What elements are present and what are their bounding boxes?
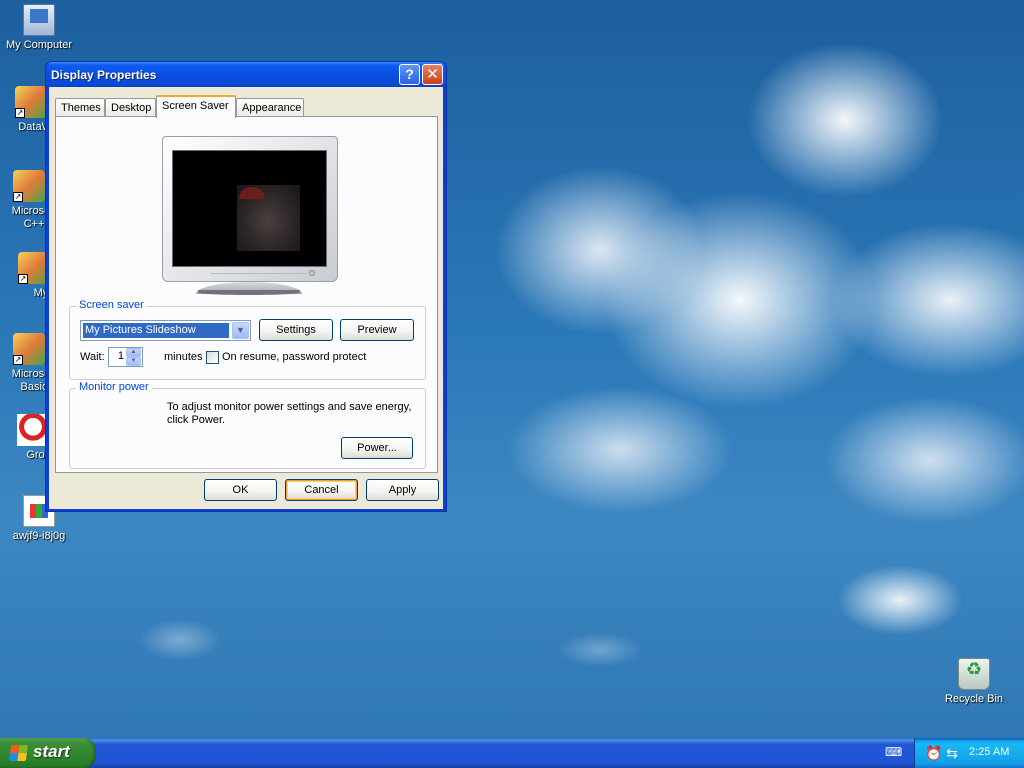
screen-saver-panel: Screen saver My Pictures Slideshow ▼ Set… — [55, 116, 438, 473]
ok-button[interactable]: OK — [204, 479, 277, 501]
tab-screen-saver[interactable]: Screen Saver — [156, 95, 236, 118]
windows-logo-icon — [8, 745, 29, 761]
wait-label: Wait: — [80, 351, 105, 363]
system-tray: ⏰ ⇆ 2:25 AM — [914, 738, 1024, 768]
keyboard-icon[interactable]: ⌨ — [885, 745, 902, 759]
desktop-icon-label: awjf9-i8j0g — [12, 530, 66, 542]
screen-saver-group: Screen saver My Pictures Slideshow ▼ Set… — [69, 299, 426, 380]
monitor-power-text: To adjust monitor power settings and sav… — [167, 401, 412, 426]
screen-saver-selected-value: My Pictures Slideshow — [83, 323, 229, 338]
power-led-icon — [309, 270, 315, 276]
alarm-clock-icon[interactable]: ⏰ — [925, 745, 942, 761]
desktop-icon-label: My Computer — [5, 39, 73, 51]
monitor-preview — [162, 136, 338, 282]
cancel-button[interactable]: Cancel — [285, 479, 358, 501]
tab-desktop[interactable]: Desktop — [105, 98, 156, 117]
slideshow-preview-image — [237, 185, 300, 251]
help-button[interactable]: ? — [399, 64, 420, 85]
window-titlebar[interactable]: Display Properties ? ✕ — [46, 62, 446, 87]
help-icon: ? — [405, 66, 414, 82]
shortcut-icon: ↗ — [15, 86, 47, 118]
display-properties-window: Display Properties ? ✕ Themes Desktop Sc… — [45, 61, 447, 512]
close-button[interactable]: ✕ — [422, 64, 443, 85]
password-protect-label[interactable]: On resume, password protect — [222, 351, 366, 363]
apply-button[interactable]: Apply — [366, 479, 439, 501]
shortcut-icon: ↗ — [13, 170, 45, 202]
settings-button[interactable]: Settings — [259, 319, 333, 341]
chevron-down-icon[interactable]: ▼ — [232, 322, 249, 339]
preview-button[interactable]: Preview — [340, 319, 414, 341]
spin-up-icon[interactable]: ▲ — [126, 348, 141, 357]
desktop-icon-label: Recycle Bin — [944, 693, 1004, 705]
tray-clock[interactable]: 2:25 AM — [969, 746, 1009, 758]
shortcut-icon: ↗ — [13, 333, 45, 365]
desktop-icon-recycle-bin[interactable]: Recycle Bin — [935, 658, 1013, 706]
start-label: start — [33, 742, 70, 761]
window-title: Display Properties — [51, 68, 157, 82]
spin-down-icon[interactable]: ▼ — [126, 357, 141, 366]
power-button[interactable]: Power... — [341, 437, 413, 459]
start-button[interactable]: start — [0, 738, 96, 768]
screen-saver-select[interactable]: My Pictures Slideshow ▼ — [80, 320, 251, 341]
window-client: Themes Desktop Screen Saver Appearance S… — [49, 87, 443, 509]
network-icon[interactable]: ⇆ — [944, 745, 960, 761]
preview-screen — [172, 150, 327, 267]
wait-spinner: ▲ ▼ — [126, 348, 142, 366]
monitor-power-group: Monitor power To adjust monitor power se… — [69, 381, 426, 469]
tab-themes[interactable]: Themes — [55, 98, 105, 117]
recycle-bin-icon — [958, 658, 990, 690]
tab-appearance[interactable]: Appearance — [236, 98, 304, 117]
close-icon: ✕ — [426, 66, 439, 83]
computer-icon — [23, 4, 55, 36]
desktop-icon-my-computer[interactable]: My Computer — [0, 4, 78, 52]
monitor-power-group-title: Monitor power — [76, 381, 152, 393]
password-protect-checkbox[interactable] — [206, 351, 219, 364]
taskbar: start ⌨ ⏰ ⇆ 2:25 AM — [0, 738, 1024, 768]
minutes-label: minutes — [164, 351, 203, 363]
screen-saver-group-title: Screen saver — [76, 299, 147, 311]
